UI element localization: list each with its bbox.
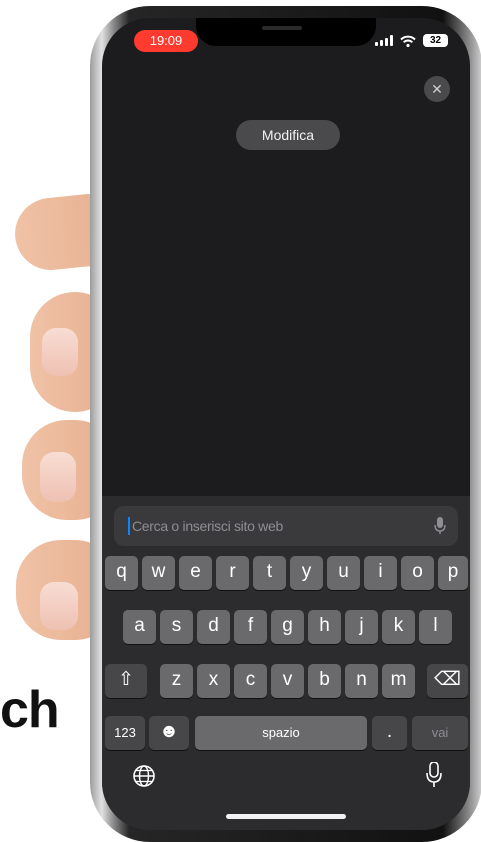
search-input[interactable]: Cerca o inserisci sito web (114, 506, 458, 546)
dictation-microphone-icon[interactable] (426, 762, 442, 788)
globe-icon[interactable] (132, 764, 156, 788)
key-c[interactable]: c (234, 664, 267, 698)
key-m[interactable]: m (382, 664, 415, 698)
key-s[interactable]: s (160, 610, 193, 644)
key-u[interactable]: u (327, 556, 360, 590)
go-key[interactable]: vai (412, 716, 468, 750)
signal-icon (375, 35, 393, 46)
fingernail (40, 452, 76, 502)
speaker-grille (262, 26, 302, 30)
fingernail (42, 328, 78, 376)
key-d[interactable]: d (197, 610, 230, 644)
fingernail (40, 582, 78, 630)
key-i[interactable]: i (364, 556, 397, 590)
search-placeholder: Cerca o inserisci sito web (132, 518, 283, 534)
key-g[interactable]: g (271, 610, 304, 644)
key-e[interactable]: e (179, 556, 212, 590)
key-y[interactable]: y (290, 556, 323, 590)
key-q[interactable]: q (105, 556, 138, 590)
key-p[interactable]: p (438, 556, 468, 590)
key-h[interactable]: h (308, 610, 341, 644)
period-key[interactable]: . (372, 716, 407, 750)
home-indicator[interactable] (226, 814, 346, 819)
notch (196, 18, 376, 46)
microphone-icon[interactable] (434, 517, 446, 535)
keyboard-area: Cerca o inserisci sito web q w e r t y u… (102, 496, 470, 830)
status-time[interactable]: 19:09 (134, 30, 198, 52)
key-o[interactable]: o (401, 556, 434, 590)
close-icon: ✕ (431, 81, 443, 97)
battery-icon: 32 (423, 34, 448, 47)
key-t[interactable]: t (253, 556, 286, 590)
key-x[interactable]: x (197, 664, 230, 698)
key-r[interactable]: r (216, 556, 249, 590)
key-j[interactable]: j (345, 610, 378, 644)
key-z[interactable]: z (160, 664, 193, 698)
key-a[interactable]: a (123, 610, 156, 644)
wifi-icon (400, 35, 416, 47)
phone-screen: 19:09 32 ✕ Modifica Cerca o inserisci si… (102, 18, 470, 830)
delete-key[interactable]: ⌫ (427, 664, 468, 698)
text-caret (128, 517, 130, 535)
key-f[interactable]: f (234, 610, 267, 644)
numbers-key[interactable]: 123 (105, 716, 145, 750)
close-button[interactable]: ✕ (424, 76, 450, 102)
shift-key[interactable]: ⇧ (105, 664, 147, 698)
key-n[interactable]: n (345, 664, 378, 698)
key-l[interactable]: l (419, 610, 452, 644)
emoji-key[interactable]: ☻ (149, 716, 189, 750)
status-icons: 32 (375, 34, 448, 47)
key-w[interactable]: w (142, 556, 175, 590)
edit-button[interactable]: Modifica (236, 120, 340, 150)
key-k[interactable]: k (382, 610, 415, 644)
key-v[interactable]: v (271, 664, 304, 698)
key-b[interactable]: b (308, 664, 341, 698)
background-heading-fragment: ch (0, 681, 60, 739)
space-key[interactable]: spazio (195, 716, 367, 750)
